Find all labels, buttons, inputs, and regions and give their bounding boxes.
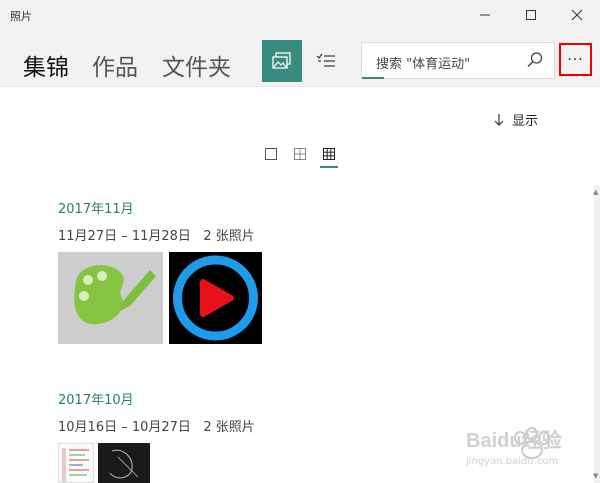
group-month-title[interactable]: 2017年11月	[58, 198, 134, 217]
tab-folders[interactable]: 文件夹	[162, 48, 231, 82]
dark-sketch-image	[98, 443, 150, 483]
title-bar: 照片	[0, 0, 600, 30]
maximize-icon	[526, 10, 536, 20]
tab-albums[interactable]: 作品	[92, 48, 138, 82]
photo-thumbnail[interactable]	[98, 443, 150, 483]
close-button[interactable]	[554, 0, 600, 30]
show-button[interactable]: 显示	[492, 110, 538, 129]
single-square-icon	[265, 148, 277, 160]
grid-2-icon	[294, 148, 306, 160]
toolbar: 集锦 作品 文件夹 搜索 "体育运动" ···	[0, 30, 600, 87]
size-large-button[interactable]	[262, 145, 280, 163]
album-view-icon	[272, 52, 291, 69]
group-month-title[interactable]: 2017年10月	[58, 389, 134, 408]
scroll-up-icon[interactable]: ▲	[593, 188, 598, 196]
minimize-icon	[480, 14, 490, 16]
size-small-button[interactable]	[320, 145, 338, 163]
baidu-watermark: Baidu经验 jingyan.baidu.com	[458, 418, 588, 478]
search-button[interactable]	[526, 51, 544, 73]
photo-thumbnail[interactable]	[58, 443, 94, 483]
group-date-range: 10月16日 – 10月27日 2 张照片	[58, 420, 255, 435]
size-selected-indicator	[320, 166, 338, 168]
scrollbar[interactable]	[594, 186, 600, 483]
play-logo-image	[169, 252, 262, 344]
photo-thumbnail[interactable]	[169, 252, 262, 344]
album-view-button[interactable]	[262, 40, 302, 82]
size-medium-button[interactable]	[291, 145, 309, 163]
more-options-button[interactable]: ···	[559, 43, 592, 76]
search-focus-indicator	[362, 77, 384, 79]
close-icon	[571, 9, 583, 21]
search-input[interactable]: 搜索 "体育运动"	[376, 53, 470, 72]
download-arrow-icon	[494, 113, 504, 126]
tab-collection[interactable]: 集锦	[23, 48, 69, 82]
watermark-brand: Baidu经验	[466, 430, 562, 452]
grid-3-icon	[323, 148, 335, 160]
maximize-button[interactable]	[508, 0, 554, 30]
search-icon	[527, 52, 543, 68]
watermark-url: jingyan.baidu.com	[466, 456, 559, 467]
group-date-range: 11月27日 – 11月28日 2 张照片	[58, 229, 255, 244]
scroll-down-icon[interactable]: ▼	[593, 472, 598, 480]
minimize-button[interactable]	[462, 0, 508, 30]
document-screenshot-image	[59, 444, 93, 482]
show-label: 显示	[512, 114, 539, 129]
paint-palette-image	[58, 252, 163, 344]
app-title: 照片	[10, 10, 32, 23]
search-box[interactable]: 搜索 "体育运动"	[361, 42, 555, 79]
select-button[interactable]	[306, 40, 346, 82]
photo-thumbnail[interactable]	[58, 252, 163, 344]
select-list-icon	[316, 53, 335, 67]
